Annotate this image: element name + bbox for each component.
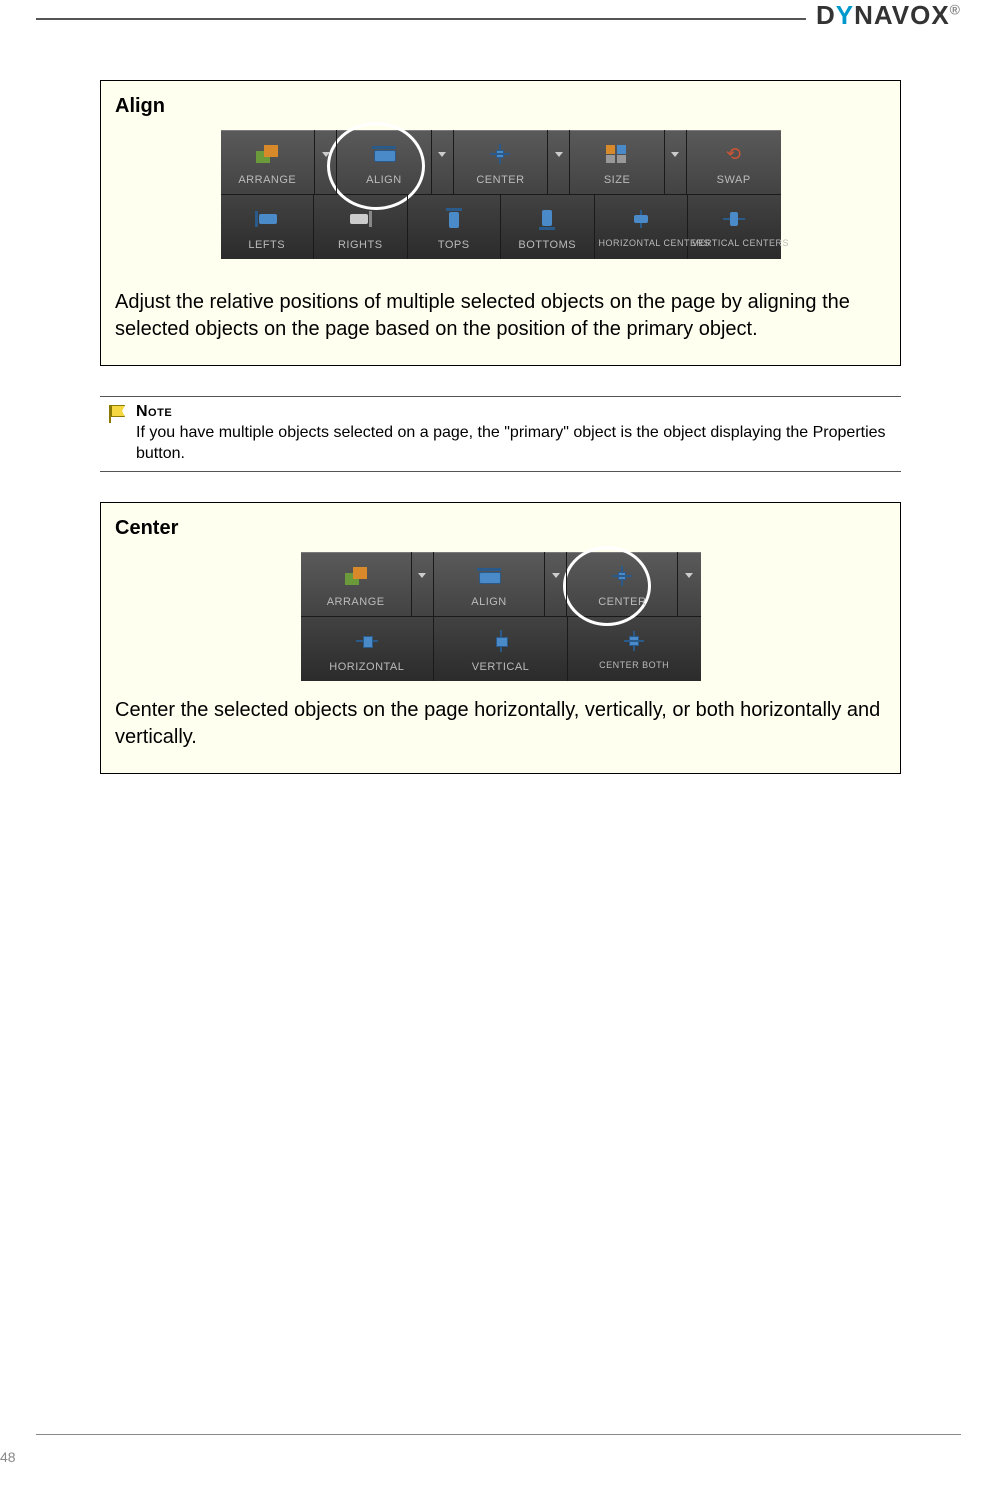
size-dropdown[interactable] xyxy=(665,130,687,194)
center-both-icon xyxy=(624,631,644,651)
vertical-button[interactable]: VERTICAL xyxy=(434,617,568,681)
center-vertical-icon xyxy=(493,630,509,652)
page-number: 48 xyxy=(0,1449,16,1465)
align-icon xyxy=(372,146,396,162)
chevron-down-icon xyxy=(685,573,693,578)
center-label: CENTER xyxy=(458,174,544,186)
vertical-centers-icon xyxy=(723,210,745,228)
align-top-icon xyxy=(446,208,462,230)
center-both-button[interactable]: CENTER BOTH xyxy=(568,617,701,681)
hcent-label: HORIZONTAL CENTERS xyxy=(599,239,684,249)
lefts-button[interactable]: LEFTS xyxy=(221,195,315,259)
arrange-icon xyxy=(345,567,367,585)
chevron-down-icon xyxy=(322,152,330,157)
brand-pre: D xyxy=(816,0,836,30)
center-section: Center ARRANGE ALIGN xyxy=(100,502,901,774)
arrange-button-2[interactable]: ARRANGE xyxy=(301,552,412,616)
rights-button[interactable]: RIGHTS xyxy=(314,195,408,259)
swap-icon: ⟲ xyxy=(724,144,744,164)
brand-accent: Y xyxy=(836,0,854,30)
center-icon xyxy=(490,144,510,164)
note-body: If you have multiple objects selected on… xyxy=(136,423,901,465)
center-button[interactable]: CENTER xyxy=(454,130,549,194)
swap-button[interactable]: ⟲ SWAP xyxy=(687,130,781,194)
center-button-2[interactable]: CENTER xyxy=(567,552,678,616)
size-button[interactable]: SIZE xyxy=(570,130,665,194)
horizontal-centers-button[interactable]: HORIZONTAL CENTERS xyxy=(595,195,689,259)
chevron-down-icon xyxy=(438,152,446,157)
center-label-2: CENTER xyxy=(571,596,673,608)
chevron-down-icon xyxy=(671,152,679,157)
align-dropdown[interactable] xyxy=(432,130,454,194)
chevron-down-icon xyxy=(418,573,426,578)
arrange-label: ARRANGE xyxy=(225,174,311,186)
brand-post: NAVOX xyxy=(854,0,950,30)
brand-dot: ® xyxy=(950,1,961,17)
horizontal-centers-icon xyxy=(630,210,652,228)
chevron-down-icon xyxy=(552,573,560,578)
brand-logo: DYNAVOX® xyxy=(806,0,961,31)
align-button-2[interactable]: ALIGN xyxy=(434,552,545,616)
align-label-2: ALIGN xyxy=(438,596,540,608)
arrange-button[interactable]: ARRANGE xyxy=(221,130,316,194)
align-bottom-icon xyxy=(539,208,555,230)
size-icon xyxy=(606,145,628,163)
align-section: Align ARRANGE ALIGN xyxy=(100,80,901,366)
swap-label: SWAP xyxy=(691,174,777,186)
vcent-label: VERTICAL CENTERS xyxy=(692,239,777,249)
center-both-label: CENTER BOTH xyxy=(572,661,697,671)
tops-label: TOPS xyxy=(412,239,497,251)
chevron-down-icon xyxy=(555,152,563,157)
vertical-centers-button[interactable]: VERTICAL CENTERS xyxy=(688,195,781,259)
center-description: Center the selected objects on the page … xyxy=(115,697,886,751)
arrange-dropdown-2[interactable] xyxy=(412,552,434,616)
arrange-label-2: ARRANGE xyxy=(305,596,407,608)
align-title: Align xyxy=(115,95,886,118)
tops-button[interactable]: TOPS xyxy=(408,195,502,259)
center-dropdown-2[interactable] xyxy=(678,552,700,616)
center-icon xyxy=(612,566,632,586)
horizontal-label: HORIZONTAL xyxy=(305,661,430,673)
align-right-icon xyxy=(348,211,372,227)
center-title: Center xyxy=(115,517,886,540)
lefts-label: LEFTS xyxy=(225,239,310,251)
align-button[interactable]: ALIGN xyxy=(337,130,432,194)
note-title: Note xyxy=(136,403,901,421)
arrange-dropdown[interactable] xyxy=(315,130,337,194)
align-description: Adjust the relative positions of multipl… xyxy=(115,289,886,343)
bottoms-button[interactable]: BOTTOMS xyxy=(501,195,595,259)
center-horizontal-icon xyxy=(356,633,378,649)
bottoms-label: BOTTOMS xyxy=(505,239,590,251)
center-toolbar: ARRANGE ALIGN CENTER xyxy=(301,552,701,681)
note-block: Note If you have multiple objects select… xyxy=(100,396,901,472)
size-label: SIZE xyxy=(574,174,660,186)
rights-label: RIGHTS xyxy=(318,239,403,251)
align-toolbar: ARRANGE ALIGN CENTER xyxy=(221,130,781,259)
vertical-label: VERTICAL xyxy=(438,661,563,673)
align-label: ALIGN xyxy=(341,174,427,186)
footer-rule xyxy=(36,1434,961,1435)
align-dropdown-2[interactable] xyxy=(545,552,567,616)
horizontal-button[interactable]: HORIZONTAL xyxy=(301,617,435,681)
arrange-icon xyxy=(256,145,278,163)
align-icon xyxy=(477,568,501,584)
center-dropdown[interactable] xyxy=(548,130,570,194)
align-left-icon xyxy=(255,211,279,227)
note-flag-icon xyxy=(106,405,124,423)
